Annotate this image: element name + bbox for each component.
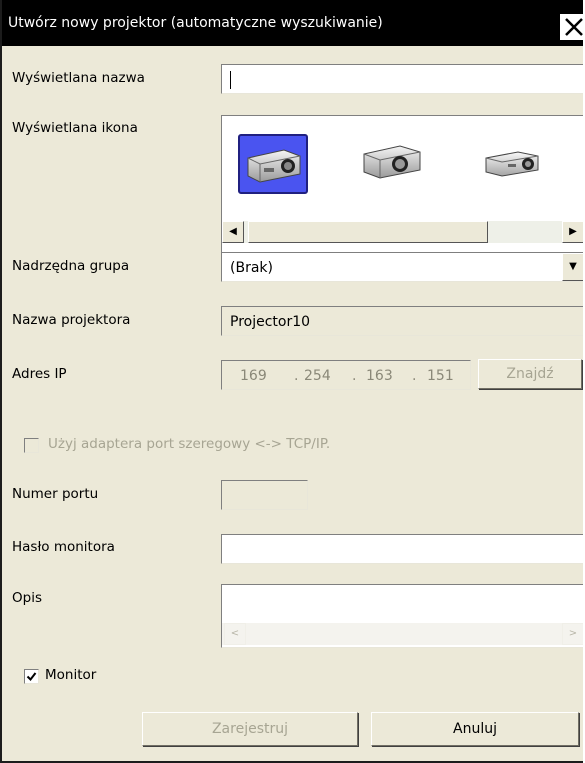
ip-octet-3: 163 bbox=[366, 368, 393, 384]
icon-selector: ◀ ▶ bbox=[221, 115, 583, 255]
register-button[interactable]: Zarejestruj bbox=[142, 712, 358, 746]
display-name-label: Wyświetlana nazwa bbox=[12, 70, 145, 86]
ip-octet-2: 254 bbox=[304, 368, 331, 384]
chevron-right-icon: > bbox=[568, 628, 578, 639]
projector-name-label: Nazwa projektora bbox=[12, 312, 131, 328]
title-bar[interactable]: Utwórz nowy projektor (automatyczne wysz… bbox=[2, 0, 583, 46]
projector-icon bbox=[485, 151, 539, 177]
projector-icon-option-1[interactable] bbox=[238, 134, 308, 194]
cancel-button[interactable]: Anuluj bbox=[371, 712, 579, 746]
arrow-right-icon: ▶ bbox=[569, 226, 577, 237]
arrow-left-icon: ◀ bbox=[229, 226, 237, 237]
dialog-window: Utwórz nowy projektor (automatyczne wysz… bbox=[0, 0, 583, 763]
port-number-input[interactable] bbox=[221, 480, 308, 510]
ip-address-label: Adres IP bbox=[12, 366, 67, 382]
scroll-right-button[interactable]: ▶ bbox=[562, 221, 583, 243]
scrollbar-thumb[interactable] bbox=[248, 221, 488, 243]
text-caret bbox=[230, 71, 231, 89]
parent-group-select[interactable]: (Brak) ▼ bbox=[221, 252, 583, 282]
serial-adapter-checkbox[interactable] bbox=[24, 438, 39, 453]
projector-icon bbox=[247, 149, 301, 183]
monitor-password-label: Hasło monitora bbox=[12, 539, 115, 555]
window-title: Utwórz nowy projektor (automatyczne wysz… bbox=[8, 15, 383, 31]
description-horizontal-scrollbar[interactable]: < > bbox=[222, 623, 583, 645]
ip-octet-1: 169 bbox=[240, 368, 267, 384]
ip-separator: . bbox=[294, 368, 299, 384]
ip-separator: . bbox=[412, 368, 417, 384]
port-number-label: Numer portu bbox=[12, 486, 99, 502]
icon-horizontal-scrollbar[interactable]: ◀ ▶ bbox=[222, 221, 583, 243]
ip-octet-4: 151 bbox=[427, 368, 454, 384]
projector-name-value: Projector10 bbox=[230, 314, 311, 330]
ip-separator: . bbox=[352, 368, 357, 384]
chevron-down-icon: ▼ bbox=[569, 261, 577, 272]
display-icon-label: Wyświetlana ikona bbox=[12, 120, 138, 136]
checkmark-icon bbox=[26, 672, 37, 682]
close-button[interactable] bbox=[558, 12, 583, 42]
parent-group-value: (Brak) bbox=[230, 260, 273, 276]
dropdown-button[interactable]: ▼ bbox=[562, 253, 583, 281]
chevron-left-icon: < bbox=[230, 628, 240, 639]
description-textarea[interactable]: < > bbox=[221, 584, 583, 648]
scroll-right-button[interactable]: > bbox=[562, 623, 583, 645]
find-button[interactable]: Znajdź bbox=[478, 359, 582, 389]
monitor-password-input[interactable] bbox=[221, 534, 583, 564]
projector-icon-option-2[interactable] bbox=[358, 134, 428, 194]
close-icon bbox=[565, 18, 583, 36]
description-label: Opis bbox=[12, 590, 42, 606]
scroll-left-button[interactable]: < bbox=[224, 623, 246, 645]
parent-group-label: Nadrzędna grupa bbox=[12, 258, 130, 274]
display-name-input[interactable] bbox=[221, 64, 583, 94]
serial-adapter-label: Użyj adaptera port szeregowy <-> TCP/IP. bbox=[48, 436, 331, 452]
projector-name-input[interactable]: Projector10 bbox=[221, 306, 583, 336]
monitor-label: Monitor bbox=[45, 667, 97, 683]
scroll-left-button[interactable]: ◀ bbox=[222, 221, 244, 243]
ip-address-input[interactable]: 169 . 254 . 163 . 151 bbox=[221, 360, 471, 390]
monitor-checkbox[interactable] bbox=[24, 669, 39, 684]
projector-icon bbox=[363, 145, 421, 179]
projector-icon-option-3[interactable] bbox=[478, 134, 548, 194]
